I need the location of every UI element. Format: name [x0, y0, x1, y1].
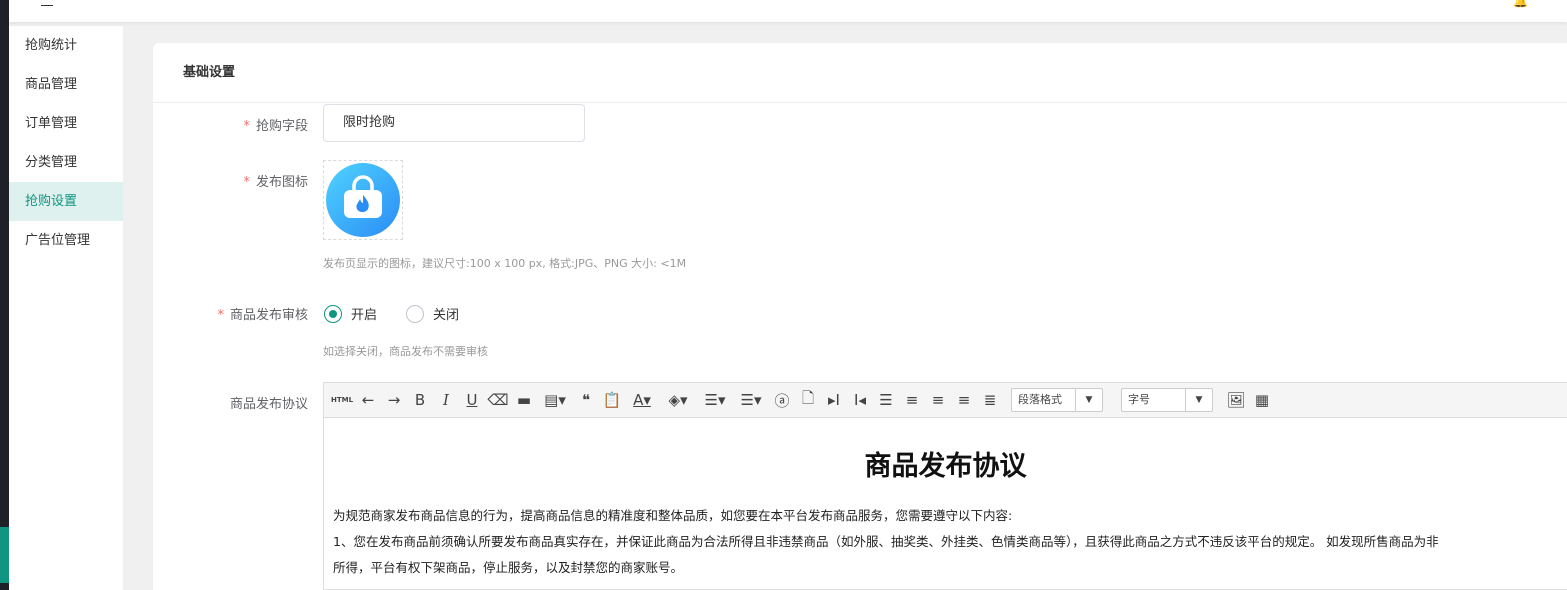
radio-unchecked-icon	[406, 304, 424, 323]
icon-label: * 发布图标	[243, 175, 308, 190]
sidebar: 抢购统计 商品管理 订单管理 分类管理 抢购设置 广告位管理	[9, 26, 123, 590]
indent-right-icon[interactable]: ▸I	[821, 391, 847, 409]
unordered-list-icon[interactable]: ☰▾	[733, 391, 769, 409]
format-brush-icon[interactable]: ▬	[511, 391, 537, 409]
indent-icon[interactable]: ☰	[873, 391, 899, 409]
sidebar-item-ads[interactable]: 广告位管理	[9, 221, 123, 260]
font-color-icon[interactable]: A▾	[625, 391, 659, 409]
insert-table-icon[interactable]: ▦	[1249, 391, 1275, 409]
rail-active-indicator	[0, 527, 9, 583]
agreement-paragraph: 所得，平台有权下架商品，停止服务，以及封禁您的商家账号。	[333, 560, 684, 575]
redo-icon[interactable]: →	[381, 391, 407, 409]
app-rail	[0, 0, 9, 590]
chevron-down-icon: ▼	[1085, 395, 1093, 405]
sidebar-item-products[interactable]: 商品管理	[9, 65, 123, 104]
settings-card: 基础设置 * 抢购字段 限时抢购 * 发布图标 发布页显示的图标，建议尺寸:100 …	[153, 43, 1567, 590]
align-left-icon[interactable]: ≡	[899, 391, 925, 409]
insert-image-icon[interactable]: 🖼	[1223, 391, 1249, 409]
align-right-icon[interactable]: ≡	[951, 391, 977, 409]
top-bar: 🔔	[9, 0, 1567, 22]
sidebar-item-settings[interactable]: 抢购设置	[9, 182, 123, 221]
align-center-icon[interactable]: ≡	[925, 391, 951, 409]
icon-upload[interactable]	[323, 160, 403, 240]
undo-icon[interactable]: ←	[355, 391, 381, 409]
bell-icon[interactable]: 🔔	[1513, 0, 1528, 8]
field-label: * 抢购字段	[243, 119, 308, 134]
review-on-radio[interactable]: 开启	[324, 304, 377, 323]
agreement-paragraph: 为规范商家发布商品信息的行为，提高商品信息的精准度和整体品质，如您要在本平台发布…	[333, 508, 1013, 523]
review-off-radio[interactable]: 关闭	[406, 304, 459, 323]
radio-checked-icon	[324, 304, 342, 323]
card-title: 基础设置	[153, 43, 1567, 103]
html-source-button[interactable]: HTML	[329, 396, 355, 404]
rich-text-editor: HTML ← → B I U ⌫ ▬ ▤▾ ❝ 📋 A▾ ◈▾ ☰▾ ☰▾ ⓐ …	[323, 382, 1567, 590]
bold-icon[interactable]: B	[407, 391, 433, 409]
menu-toggle-icon[interactable]	[41, 0, 53, 6]
editor-content[interactable]: 商品发布协议 为规范商家发布商品信息的行为，提高商品信息的精准度和整体品质，如您…	[324, 444, 1567, 581]
icon-hint: 发布页显示的图标，建议尺寸:100 x 100 px, 格式:JPG、PNG 大…	[323, 257, 687, 270]
review-label: * 商品发布审核	[217, 308, 308, 323]
underline-icon[interactable]: U	[459, 391, 485, 409]
agreement-label: 商品发布协议	[229, 397, 308, 412]
sidebar-item-stats[interactable]: 抢购统计	[9, 26, 123, 65]
field-input[interactable]: 限时抢购	[323, 104, 585, 142]
chevron-down-icon: ▼	[1195, 395, 1203, 405]
new-document-icon[interactable]: 🗋	[795, 388, 821, 413]
sidebar-item-categories[interactable]: 分类管理	[9, 143, 123, 182]
quote-icon[interactable]: ❝	[573, 391, 599, 409]
editor-toolbar: HTML ← → B I U ⌫ ▬ ▤▾ ❝ 📋 A▾ ◈▾ ☰▾ ☰▾ ⓐ …	[324, 383, 1567, 418]
image-layout-icon[interactable]: ▤▾	[537, 391, 573, 409]
agreement-paragraph: 1、您在发布商品前须确认所要发布商品真实存在，并保证此商品为合法所得且非违禁商品…	[333, 534, 1439, 549]
align-justify-icon[interactable]: ≣	[977, 391, 1003, 409]
paragraph-format-select[interactable]: 段落格式 ▼	[1011, 388, 1103, 412]
shopping-bag-fire-icon	[326, 163, 400, 237]
agreement-title: 商品发布协议	[864, 451, 1027, 482]
italic-icon[interactable]: I	[433, 391, 459, 409]
font-size-select[interactable]: 字号 ▼	[1121, 388, 1213, 412]
select-all-icon[interactable]: ⓐ	[769, 390, 795, 411]
paste-text-icon[interactable]: 📋	[599, 391, 625, 409]
sidebar-item-orders[interactable]: 订单管理	[9, 104, 123, 143]
ordered-list-icon[interactable]: ☰▾	[697, 391, 733, 409]
review-hint: 如选择关闭，商品发布不需要审核	[323, 345, 488, 358]
indent-left-icon[interactable]: I◂	[847, 391, 873, 409]
eraser-icon[interactable]: ⌫	[485, 391, 511, 409]
background-color-icon[interactable]: ◈▾	[659, 391, 697, 409]
